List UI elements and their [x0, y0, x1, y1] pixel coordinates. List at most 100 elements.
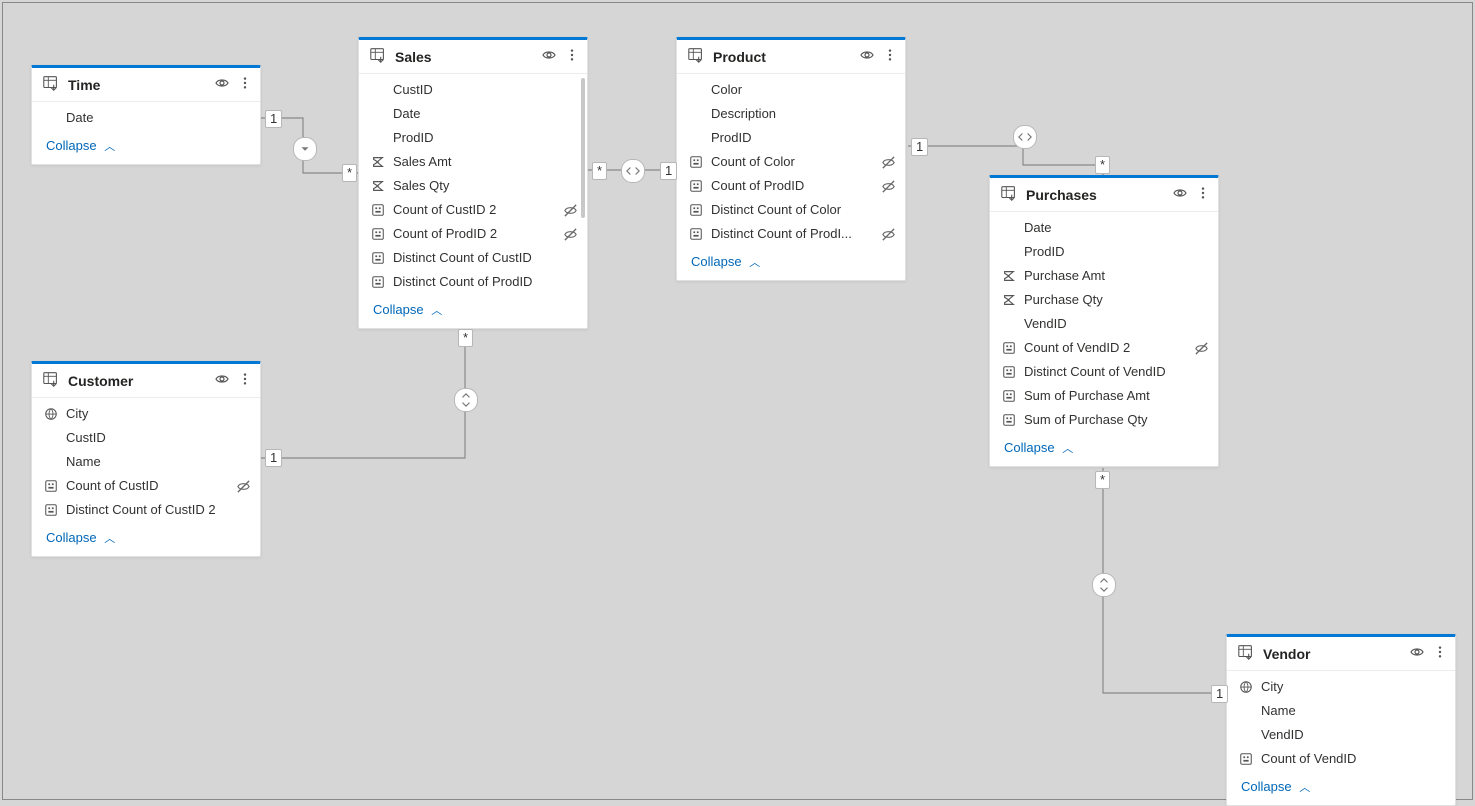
field-label: Distinct Count of CustID [393, 248, 561, 268]
field-row[interactable]: Count of CustID 2 [359, 198, 587, 222]
field-row[interactable]: City [1227, 675, 1455, 699]
field-row[interactable]: ProdID [677, 126, 905, 150]
measure-icon [687, 203, 705, 217]
cardinality-label: 1 [660, 162, 677, 180]
field-label: VendID [1024, 314, 1192, 334]
entity-vendor[interactable]: Vendor CityName VendID Count of VendID Colla… [1226, 634, 1456, 806]
filter-direction-both-icon[interactable] [621, 159, 645, 183]
more-options-icon[interactable] [565, 47, 579, 66]
entity-body: CityCustIDNameCount of CustIDDistinct Co… [32, 398, 260, 524]
field-row[interactable]: VendID [990, 312, 1218, 336]
field-row[interactable]: CustID [32, 426, 260, 450]
collapse-button[interactable]: Collapse ︿ [990, 434, 1218, 466]
field-row[interactable]: Count of ProdID 2 [359, 222, 587, 246]
entity-header[interactable]: Customer [32, 364, 260, 398]
filter-direction-cross-icon[interactable] [1013, 125, 1037, 149]
field-row[interactable]: Sales Qty [359, 174, 587, 198]
more-options-icon[interactable] [1196, 185, 1210, 204]
field-row[interactable]: Purchase Qty [990, 288, 1218, 312]
field-row[interactable]: CustID [359, 78, 587, 102]
entity-header[interactable]: Product [677, 40, 905, 74]
visibility-icon[interactable] [541, 47, 557, 66]
field-row[interactable]: Date [32, 106, 260, 130]
field-row[interactable]: Description [677, 102, 905, 126]
entity-sales[interactable]: SalesCustIDDateProdIDSales AmtSales QtyC… [358, 37, 588, 329]
field-row[interactable]: Distinct Count of CustID 2 [32, 498, 260, 522]
entity-customer[interactable]: CustomerCityCustIDNameCount of CustIDDis… [31, 361, 261, 557]
visibility-icon[interactable] [214, 75, 230, 94]
field-row[interactable]: Name [1227, 699, 1455, 723]
field-row[interactable]: Date [990, 216, 1218, 240]
cardinality-label: 1 [911, 138, 928, 156]
filter-direction-both-icon[interactable] [454, 388, 478, 412]
cardinality-label: * [592, 162, 607, 180]
sigma-icon [369, 179, 387, 193]
visibility-icon[interactable] [1172, 185, 1188, 204]
more-options-icon[interactable] [1433, 644, 1447, 663]
field-row[interactable]: Sum of Purchase Amt [990, 384, 1218, 408]
field-row[interactable]: Count of CustID [32, 474, 260, 498]
model-canvas[interactable]: 1 * 1 * * 1 1 * * 1 TimeDateCollapse ︿ S… [3, 3, 1472, 799]
field-label: ProdID [1024, 242, 1192, 262]
field-row[interactable]: Distinct Count of VendID [990, 360, 1218, 384]
field-label: Distinct Count of CustID 2 [66, 500, 234, 520]
cardinality-label: * [1095, 156, 1110, 174]
visibility-icon[interactable] [214, 371, 230, 390]
field-row[interactable]: Sales Amt [359, 150, 587, 174]
visibility-icon[interactable] [859, 47, 875, 66]
table-icon [1237, 643, 1255, 664]
field-row[interactable]: Count of ProdID [677, 174, 905, 198]
hidden-icon [879, 227, 897, 242]
field-row[interactable]: VendID [1227, 723, 1455, 747]
collapse-button[interactable]: Collapse ︿ [32, 132, 260, 164]
entity-header[interactable]: Purchases [990, 178, 1218, 212]
field-label: Distinct Count of VendID [1024, 362, 1192, 382]
more-options-icon[interactable] [238, 75, 252, 94]
field-label: Name [1261, 701, 1429, 721]
table-icon [687, 46, 705, 67]
field-row[interactable]: City [32, 402, 260, 426]
collapse-button[interactable]: Collapse ︿ [32, 524, 260, 556]
hidden-icon [234, 479, 252, 494]
table-icon [42, 370, 60, 391]
field-row[interactable]: ProdID [990, 240, 1218, 264]
field-row[interactable]: Distinct Count of CustID [359, 246, 587, 270]
field-row[interactable]: Count of Color [677, 150, 905, 174]
field-row[interactable]: Sum of Purchase Qty [990, 408, 1218, 432]
globe-icon [42, 407, 60, 421]
scrollbar[interactable] [581, 78, 585, 218]
filter-direction-both-icon[interactable] [1092, 573, 1116, 597]
field-label: Count of CustID 2 [393, 200, 561, 220]
chevron-up-icon: ︿ [749, 257, 760, 269]
field-row[interactable]: Distinct Count of Color [677, 198, 905, 222]
field-row[interactable]: ProdID [359, 126, 587, 150]
collapse-button[interactable]: Collapse ︿ [677, 248, 905, 280]
chevron-up-icon: ︿ [104, 141, 115, 153]
field-row[interactable]: Name [32, 450, 260, 474]
field-row[interactable]: Distinct Count of ProdID [359, 270, 587, 294]
field-row[interactable]: Distinct Count of ProdI... [677, 222, 905, 246]
filter-direction-single-icon[interactable] [293, 137, 317, 161]
measure-icon [687, 227, 705, 241]
field-row[interactable]: Date [359, 102, 587, 126]
cardinality-label: 1 [265, 110, 282, 128]
field-row[interactable]: Color [677, 78, 905, 102]
field-label: Count of VendID [1261, 749, 1429, 769]
more-options-icon[interactable] [883, 47, 897, 66]
more-options-icon[interactable] [238, 371, 252, 390]
collapse-button[interactable]: Collapse ︿ [1227, 773, 1455, 805]
field-row[interactable]: Count of VendID 2 [990, 336, 1218, 360]
entity-header[interactable]: Sales [359, 40, 587, 74]
entity-header[interactable]: Vendor [1227, 637, 1455, 671]
field-row[interactable]: Count of VendID [1227, 747, 1455, 771]
field-label: VendID [1261, 725, 1429, 745]
visibility-icon[interactable] [1409, 644, 1425, 663]
measure-icon [42, 503, 60, 517]
entity-product[interactable]: Product ColorDescriptionProdIDCount of Co… [676, 37, 906, 281]
field-label: ProdID [393, 128, 561, 148]
collapse-button[interactable]: Collapse ︿ [359, 296, 587, 328]
entity-purchases[interactable]: Purchases DateProdIDPurchase AmtPurchase … [989, 175, 1219, 467]
entity-time[interactable]: Time DateCollapse ︿ [31, 65, 261, 165]
field-row[interactable]: Purchase Amt [990, 264, 1218, 288]
entity-header[interactable]: Time [32, 68, 260, 102]
